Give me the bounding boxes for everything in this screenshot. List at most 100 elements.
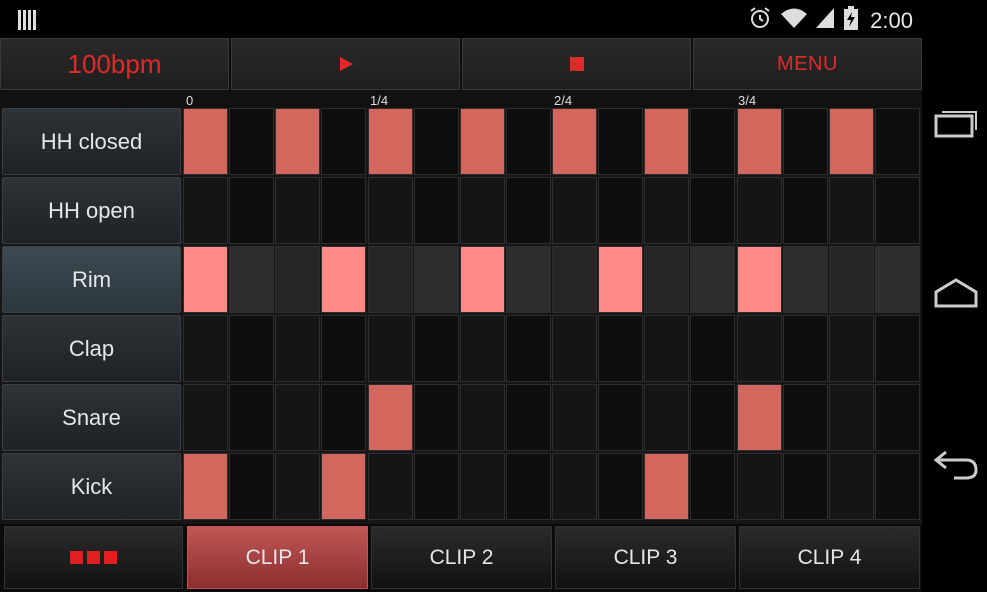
step-cell-on[interactable] [736,384,782,451]
step-cell-off[interactable] [459,315,505,382]
step-cell-off[interactable] [367,453,413,520]
step-cell-off[interactable] [552,315,597,382]
step-cell-on[interactable] [321,453,367,520]
bpm-button[interactable]: 100bpm [0,38,229,90]
clip-tab-1[interactable]: CLIP 1 [187,526,368,589]
step-cell-off[interactable] [275,384,321,451]
step-cell-off[interactable] [321,108,367,175]
step-cell-off[interactable] [505,108,551,175]
step-cell-on[interactable] [552,108,597,175]
track-label[interactable]: HH open [2,177,181,244]
step-cell-off[interactable] [367,177,413,244]
step-cell-off[interactable] [505,177,551,244]
step-cell-off[interactable] [736,315,782,382]
step-cell-off[interactable] [874,108,920,175]
clip-tab-2[interactable]: CLIP 2 [371,526,552,589]
step-cell-off[interactable] [321,177,367,244]
step-cell-off[interactable] [828,384,874,451]
step-cell-off[interactable] [367,315,413,382]
step-cell-off[interactable] [275,453,321,520]
step-cell-off[interactable] [459,453,505,520]
recent-apps-button[interactable] [932,102,980,142]
step-cell-on[interactable] [321,246,367,313]
step-cell-off[interactable] [552,384,597,451]
step-cell-off[interactable] [644,384,690,451]
step-cell-off[interactable] [644,315,690,382]
step-cell-off[interactable] [275,177,321,244]
play-button[interactable] [231,38,460,90]
step-cell-off[interactable] [690,453,736,520]
step-cell-on[interactable] [598,246,644,313]
step-cell-on[interactable] [736,108,782,175]
step-cell-off[interactable] [828,453,874,520]
step-cell-off[interactable] [644,246,690,313]
step-cell-on[interactable] [828,108,874,175]
track-label[interactable]: Clap [2,315,181,382]
step-cell-off[interactable] [459,384,505,451]
step-cell-off[interactable] [321,315,367,382]
step-cell-off[interactable] [736,177,782,244]
step-cell-on[interactable] [459,108,505,175]
step-cell-off[interactable] [367,246,413,313]
step-cell-off[interactable] [321,384,367,451]
step-cell-off[interactable] [275,246,321,313]
step-cell-off[interactable] [598,108,644,175]
clip-tab-3[interactable]: CLIP 3 [555,526,736,589]
step-cell-off[interactable] [413,246,459,313]
step-cell-off[interactable] [229,384,275,451]
step-cell-off[interactable] [690,384,736,451]
track-label[interactable]: Kick [2,453,181,520]
clip-tab-4[interactable]: CLIP 4 [739,526,920,589]
step-cell-off[interactable] [229,108,275,175]
step-cell-off[interactable] [644,177,690,244]
step-cell-off[interactable] [782,177,828,244]
step-cell-on[interactable] [736,246,782,313]
step-cell-on[interactable] [183,246,228,313]
step-cell-off[interactable] [782,315,828,382]
step-cell-off[interactable] [828,177,874,244]
stop-button[interactable] [462,38,691,90]
step-cell-on[interactable] [183,108,228,175]
step-cell-off[interactable] [690,177,736,244]
step-cell-on[interactable] [367,384,413,451]
track-label[interactable]: Snare [2,384,181,451]
step-cell-off[interactable] [413,315,459,382]
step-cell-off[interactable] [505,453,551,520]
step-cell-off[interactable] [598,177,644,244]
step-cell-off[interactable] [229,177,275,244]
step-cell-on[interactable] [644,108,690,175]
step-cell-off[interactable] [505,315,551,382]
track-label[interactable]: Rim [2,246,181,313]
step-cell-off[interactable] [505,384,551,451]
step-cell-off[interactable] [736,453,782,520]
step-cell-off[interactable] [183,384,228,451]
step-cell-off[interactable] [229,246,275,313]
step-cell-off[interactable] [598,315,644,382]
step-cell-off[interactable] [552,453,597,520]
step-cell-off[interactable] [828,315,874,382]
step-cell-on[interactable] [275,108,321,175]
step-cell-on[interactable] [644,453,690,520]
step-cell-off[interactable] [828,246,874,313]
step-cell-off[interactable] [229,315,275,382]
step-cell-off[interactable] [690,108,736,175]
step-cell-off[interactable] [413,453,459,520]
step-cell-off[interactable] [874,453,920,520]
step-cell-off[interactable] [459,177,505,244]
step-cell-off[interactable] [874,315,920,382]
step-cell-off[interactable] [874,384,920,451]
step-cell-off[interactable] [413,177,459,244]
step-cell-on[interactable] [183,453,228,520]
step-cell-off[interactable] [229,453,275,520]
step-cell-on[interactable] [459,246,505,313]
step-cell-off[interactable] [183,177,228,244]
step-cell-off[interactable] [275,315,321,382]
step-cell-off[interactable] [413,384,459,451]
step-cell-on[interactable] [367,108,413,175]
step-cell-off[interactable] [413,108,459,175]
track-label[interactable]: HH closed [2,108,181,175]
step-cell-off[interactable] [598,384,644,451]
back-button[interactable] [932,446,980,486]
step-cell-off[interactable] [782,384,828,451]
menu-button[interactable]: MENU [693,38,922,90]
